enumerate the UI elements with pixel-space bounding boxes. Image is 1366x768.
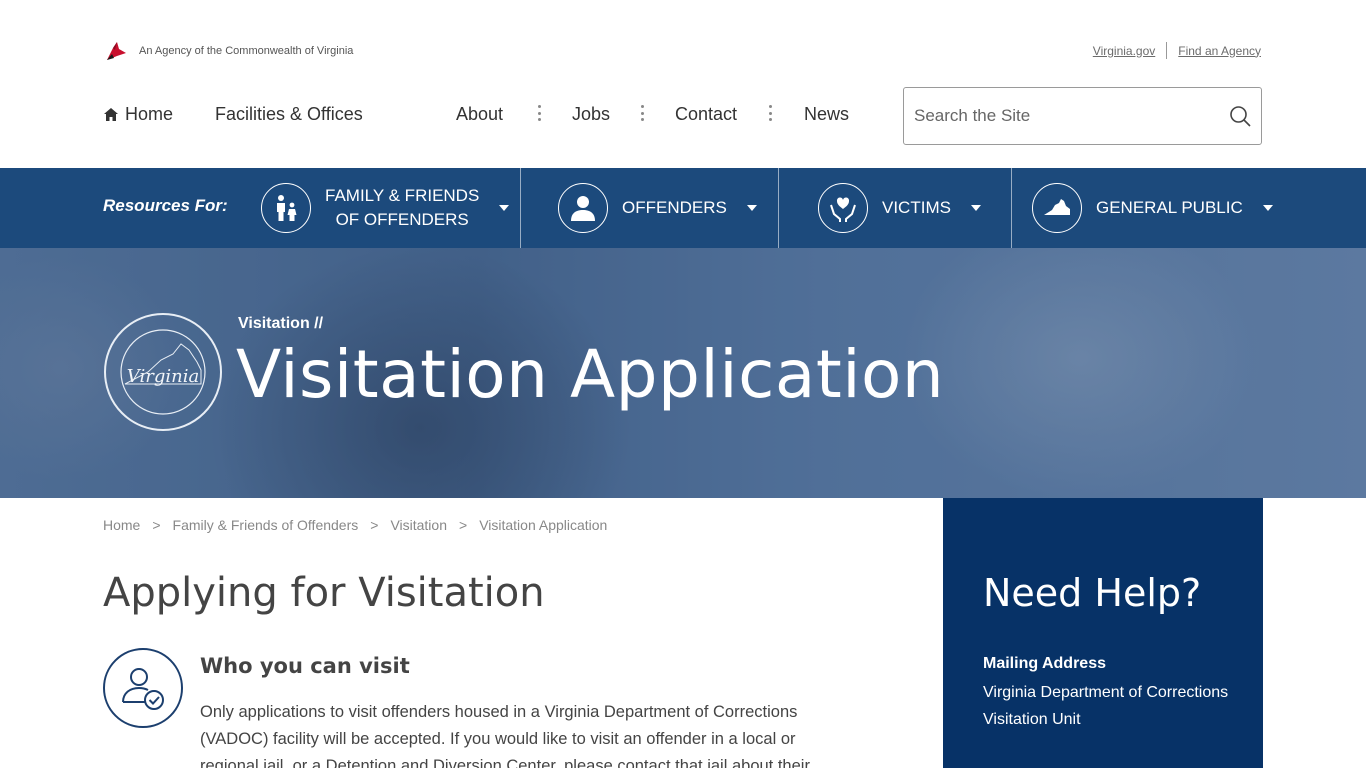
content-title: Applying for Visitation bbox=[103, 570, 545, 616]
need-help-panel: Need Help? Mailing Address Virginia Depa… bbox=[943, 498, 1263, 768]
family-icon bbox=[277, 195, 297, 221]
nav-news[interactable]: News bbox=[804, 104, 849, 125]
resource-family-label-line2: of Offenders bbox=[335, 210, 469, 229]
utility-links: Virginia.gov Find an Agency bbox=[1093, 42, 1261, 59]
resources-bar: Resources For: Family & Friends of Offen… bbox=[0, 168, 1366, 248]
main-nav: Home Facilities & Offices About Jobs Con… bbox=[103, 100, 863, 130]
nav-divider-dots bbox=[537, 105, 541, 121]
resource-offenders[interactable]: Offenders bbox=[558, 168, 757, 248]
resource-general-public-label: General Public bbox=[1096, 198, 1243, 217]
mailing-address: Virginia Department of Corrections Visit… bbox=[983, 679, 1243, 733]
resources-divider bbox=[520, 168, 521, 248]
agency-text: An Agency of the Commonwealth of Virgini… bbox=[139, 45, 354, 57]
breadcrumb-separator: > bbox=[459, 517, 468, 533]
site-search bbox=[903, 87, 1262, 145]
breadcrumb-visitation[interactable]: Visitation bbox=[390, 517, 447, 533]
nav-home-label: Home bbox=[125, 104, 174, 124]
breadcrumb: Home > Family & Friends of Offenders > V… bbox=[103, 517, 607, 533]
cardinal-logo-icon[interactable] bbox=[103, 40, 127, 62]
virginia-state-icon bbox=[1044, 199, 1070, 215]
resources-label: Resources For: bbox=[103, 196, 228, 215]
chevron-down-icon bbox=[499, 205, 510, 211]
chevron-down-icon bbox=[970, 205, 981, 211]
search-icon[interactable] bbox=[1229, 105, 1251, 127]
home-icon bbox=[104, 108, 118, 121]
person-icon bbox=[571, 196, 595, 221]
nav-facilities-offices[interactable]: Facilities & Offices bbox=[215, 104, 363, 125]
virginia-gov-link[interactable]: Virginia.gov bbox=[1093, 44, 1155, 58]
hero-banner: Virginia Visitation // Visitation Applic… bbox=[0, 248, 1366, 498]
address-line: Visitation Unit bbox=[983, 711, 1081, 728]
hero-parent-crumb[interactable]: Visitation // bbox=[238, 315, 323, 333]
nav-about[interactable]: About bbox=[456, 104, 503, 125]
chevron-down-icon bbox=[1262, 205, 1273, 211]
nav-jobs[interactable]: Jobs bbox=[572, 104, 610, 125]
resource-family-label-line1: Family & Friends bbox=[325, 186, 480, 205]
nav-home[interactable]: Home bbox=[103, 104, 173, 125]
seal-script: Virginia bbox=[127, 366, 199, 387]
utility-divider bbox=[1166, 42, 1168, 59]
visitor-check-icon bbox=[103, 648, 183, 728]
resource-victims-label: Victims bbox=[882, 198, 951, 217]
resource-offenders-label: Offenders bbox=[622, 198, 727, 217]
section-title: Who you can visit bbox=[200, 654, 410, 678]
nav-divider-dots bbox=[768, 105, 772, 121]
chevron-down-icon bbox=[746, 205, 757, 211]
resource-general-public[interactable]: General Public bbox=[1032, 168, 1273, 248]
breadcrumb-separator: > bbox=[370, 517, 379, 533]
resource-victims[interactable]: Victims bbox=[818, 168, 981, 248]
resources-divider bbox=[1011, 168, 1012, 248]
resource-family-friends[interactable]: Family & Friends of Offenders bbox=[261, 168, 510, 248]
vadoc-seal-icon: Virginia bbox=[104, 313, 222, 431]
mailing-address-label: Mailing Address bbox=[983, 655, 1106, 672]
page-title: Visitation Application bbox=[236, 336, 945, 413]
breadcrumb-home[interactable]: Home bbox=[103, 517, 140, 533]
breadcrumb-current: Visitation Application bbox=[479, 517, 608, 533]
agency-banner: An Agency of the Commonwealth of Virgini… bbox=[103, 40, 353, 62]
heart-hands-icon bbox=[830, 197, 856, 222]
breadcrumb-separator: > bbox=[152, 517, 161, 533]
find-an-agency-link[interactable]: Find an Agency bbox=[1178, 44, 1261, 58]
search-input[interactable] bbox=[914, 106, 1229, 126]
resources-divider bbox=[778, 168, 779, 248]
help-title: Need Help? bbox=[983, 571, 1202, 615]
address-line: Virginia Department of Corrections bbox=[983, 684, 1229, 701]
nav-contact[interactable]: Contact bbox=[675, 104, 737, 125]
nav-divider-dots bbox=[640, 105, 644, 121]
section-body: Only applications to visit offenders hou… bbox=[200, 703, 810, 768]
breadcrumb-family-friends[interactable]: Family & Friends of Offenders bbox=[173, 517, 359, 533]
